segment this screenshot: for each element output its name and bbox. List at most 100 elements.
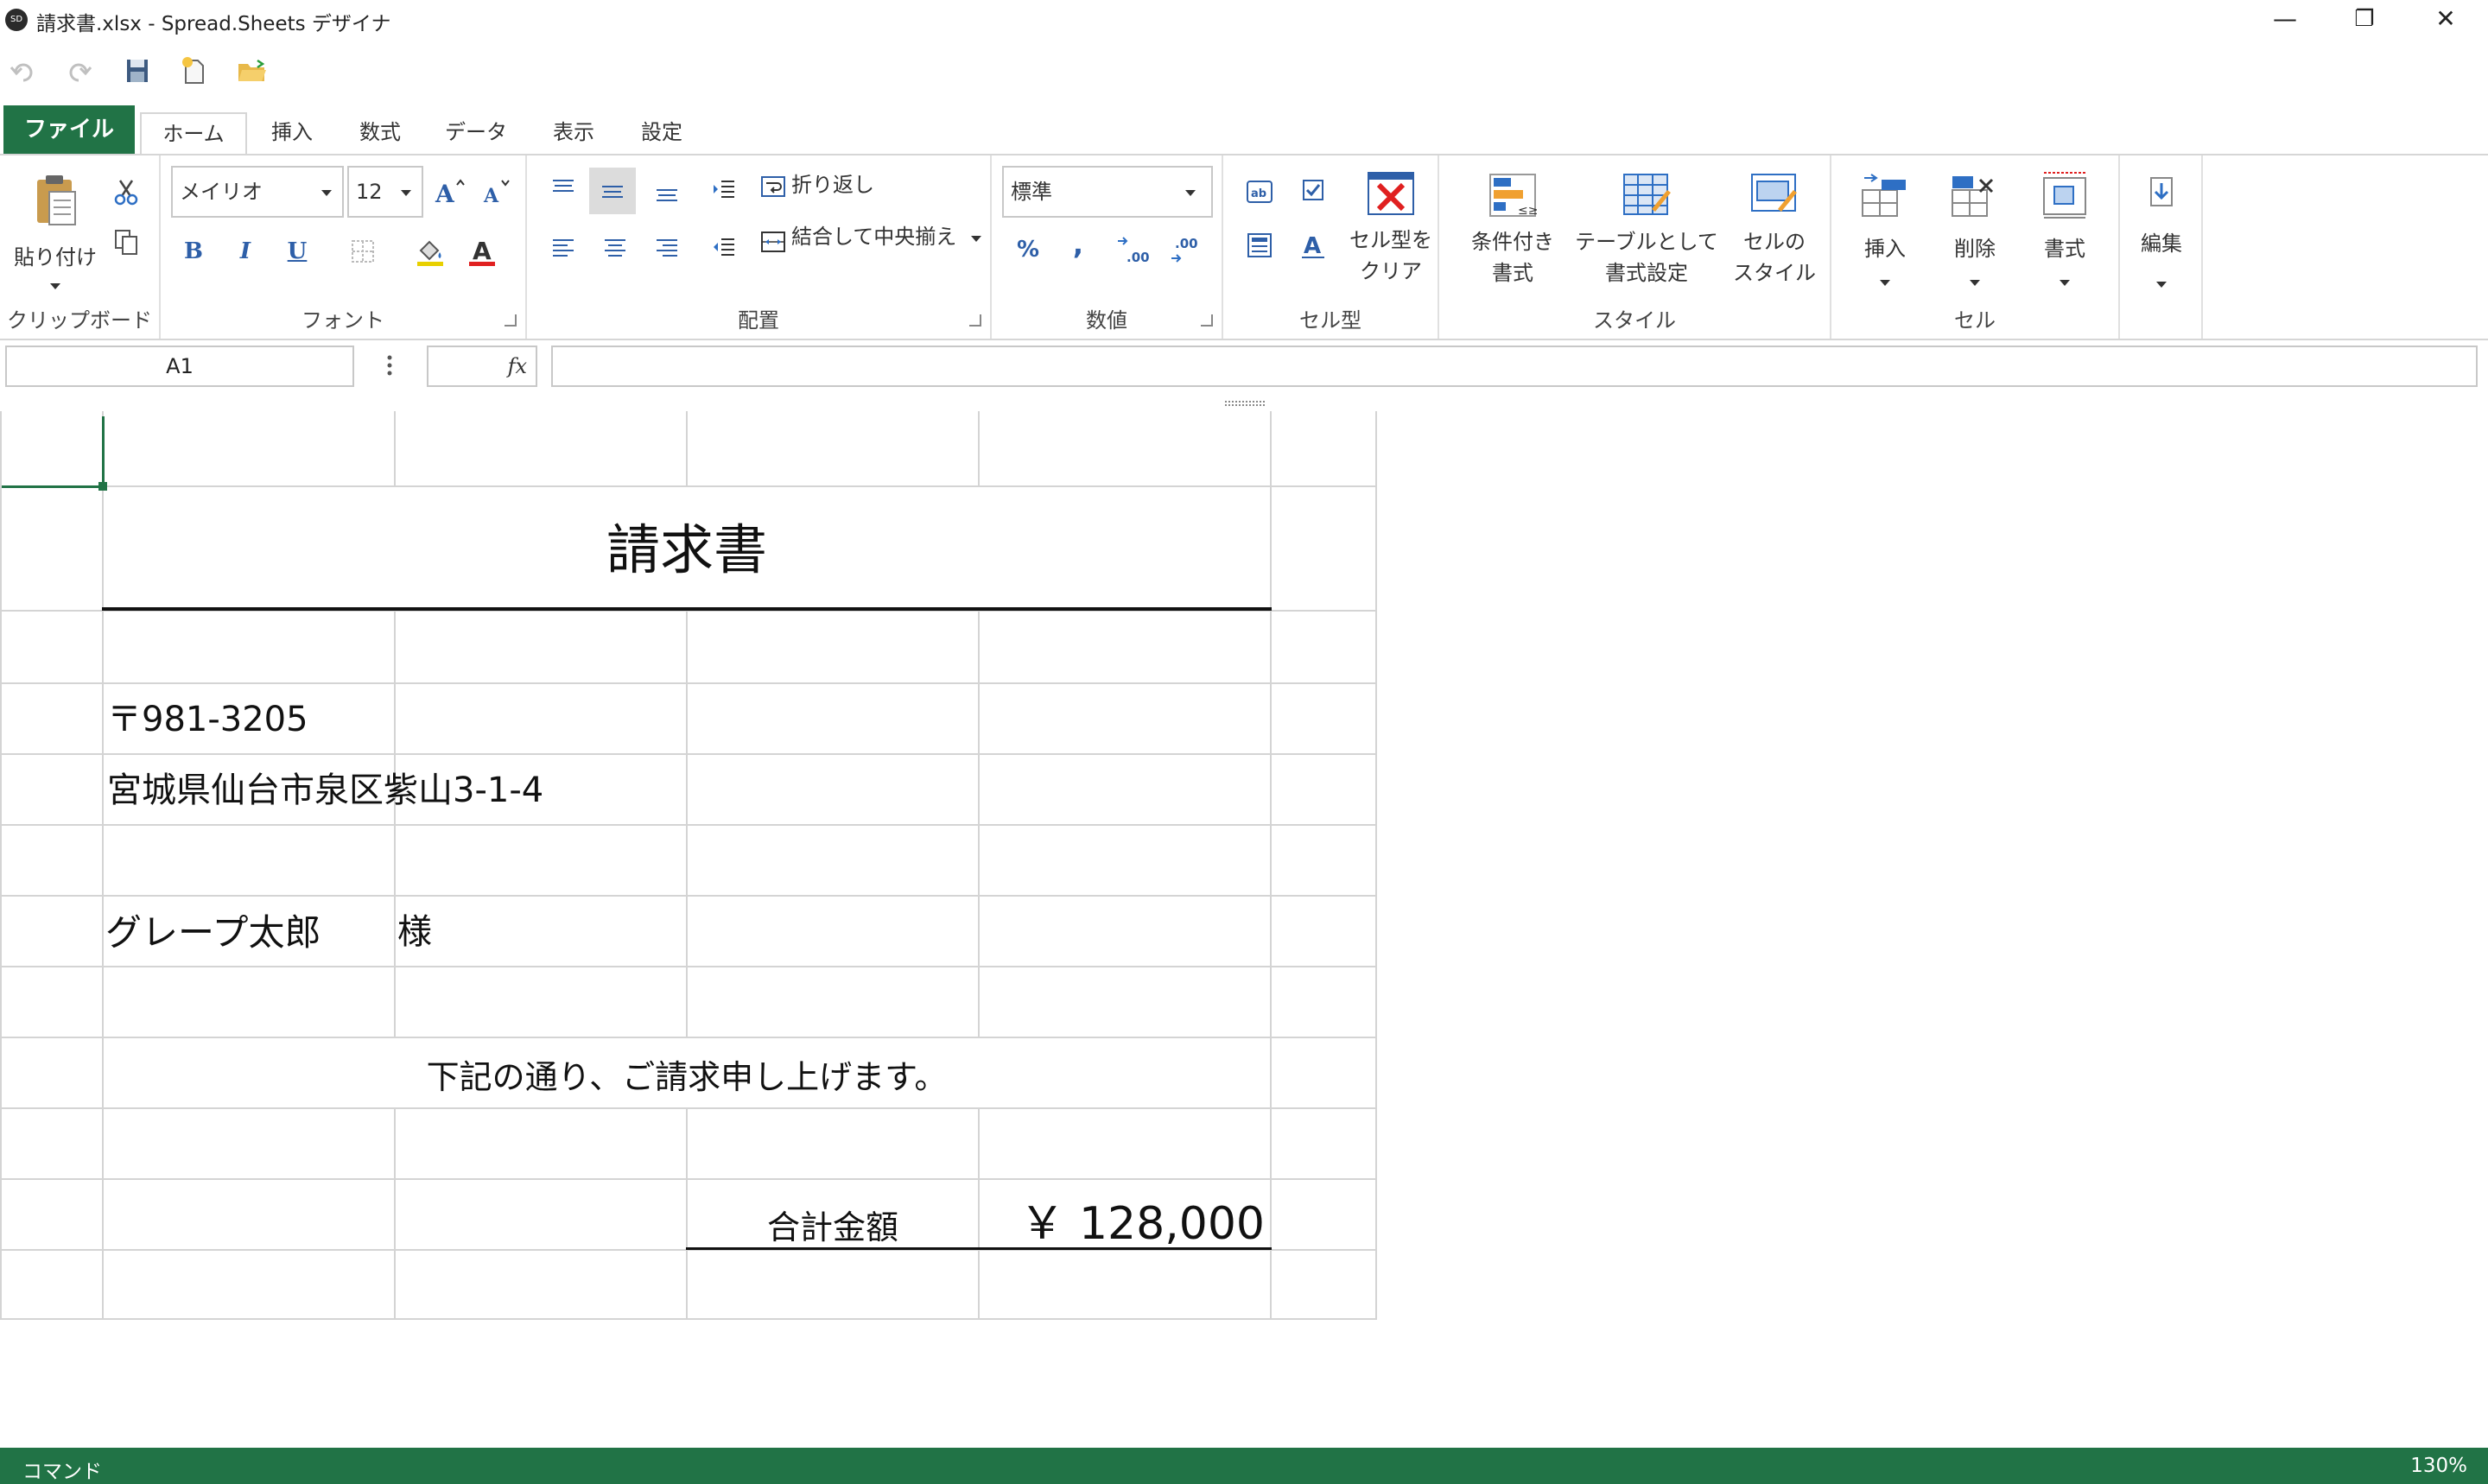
insert-cells-icon [1862, 174, 1906, 217]
format-as-table-button[interactable]: テーブルとして 書式設定 [1569, 168, 1724, 297]
conditional-format-button[interactable]: ≤≥ 条件付き 書式 [1457, 168, 1569, 297]
italic-button[interactable]: I [228, 230, 263, 273]
spreadsheet-grid[interactable]: 請求書 〒981-3205 宮城県仙台市泉区紫山3-1-4 グレープ太郎 様 下… [0, 411, 1377, 1320]
cell-styles-label-2: スタイル [1733, 261, 1816, 285]
minimize-button[interactable]: — [2246, 0, 2324, 40]
cell-styles-button[interactable]: セルの スタイル [1724, 168, 1825, 297]
cell-styles-label-1: セルの [1743, 230, 1806, 254]
clipboard-group-label: クリップボード [7, 308, 152, 333]
alignment-dialog-launcher-icon[interactable] [969, 314, 981, 327]
save-icon[interactable] [121, 55, 154, 86]
border-icon[interactable] [344, 231, 382, 271]
align-top-icon[interactable] [543, 168, 584, 209]
fx-icon[interactable]: fx [508, 354, 527, 378]
insert-cells-button[interactable]: 挿入 [1844, 168, 1926, 306]
align-right-icon[interactable] [646, 226, 688, 268]
decrease-indent-icon[interactable] [705, 226, 743, 268]
alignment-group-label: 配置 [738, 308, 779, 333]
fill-color-icon[interactable] [411, 230, 449, 273]
more-options-icon[interactable] [387, 352, 392, 378]
zoom-level[interactable]: 130% [2410, 1455, 2467, 1477]
merged-cell-address[interactable] [396, 826, 686, 895]
new-file-icon[interactable] [178, 55, 211, 86]
status-mode: コマンド [22, 1461, 102, 1483]
percent-button[interactable]: % [1011, 230, 1045, 270]
cut-icon[interactable] [109, 174, 143, 209]
increase-indent-icon[interactable] [705, 169, 743, 209]
merge-dropdown-icon[interactable] [971, 236, 981, 242]
delete-cells-button[interactable]: 削除 [1933, 168, 2016, 306]
chevron-down-icon [321, 190, 332, 196]
restore-button[interactable]: ❐ [2326, 0, 2403, 40]
paste-button[interactable]: 貼り付け [12, 168, 98, 297]
align-bottom-icon[interactable] [646, 168, 688, 214]
redo-icon[interactable] [62, 55, 95, 86]
copy-icon[interactable] [109, 225, 143, 259]
function-input-box[interactable]: fx [427, 346, 537, 387]
decrease-font-icon[interactable]: A [477, 173, 517, 211]
tab-settings[interactable]: 設定 [625, 112, 698, 155]
fill-handle[interactable] [98, 482, 107, 491]
svg-text:ab: ab [1251, 187, 1266, 200]
tab-data[interactable]: データ [434, 112, 518, 155]
tab-file[interactable]: ファイル [3, 105, 135, 154]
merge-center-label[interactable]: 結合して中央揃え [791, 221, 956, 252]
celltype-group-label: セル型 [1299, 308, 1361, 333]
editing-button[interactable]: 編集 [2125, 168, 2198, 306]
decrease-decimal-label: .00 [1175, 236, 1198, 251]
gridline [1270, 411, 1272, 1318]
wrap-text-label[interactable]: 折り返し [791, 169, 874, 200]
styles-group: ≤≥ 条件付き 書式 テーブルとして 書式設定 セルの スタイル スタイル [1439, 155, 1831, 339]
formula-bar-resize-handle[interactable] [1225, 401, 1265, 406]
chevron-down-icon [1880, 280, 1890, 286]
increase-font-icon[interactable]: A [430, 173, 470, 211]
close-button[interactable]: ✕ [2407, 0, 2485, 40]
number-group-label: 数値 [1086, 308, 1127, 333]
wrap-text-icon[interactable] [758, 169, 788, 204]
underline-button[interactable]: U [280, 230, 314, 273]
svg-text:A: A [473, 237, 492, 265]
font-dialog-launcher-icon[interactable] [505, 314, 517, 327]
bold-button[interactable]: B [176, 230, 211, 273]
conditional-format-label-1: 条件付き [1471, 230, 1554, 254]
name-box[interactable]: A1 [5, 346, 354, 387]
delete-cells-icon [1952, 176, 1994, 217]
message-cell: 下記の通り、ご請求申し上げます。 [426, 1058, 948, 1096]
gridline [2, 966, 1377, 967]
clear-celltype-label-2: クリア [1360, 259, 1422, 283]
increase-decimal-button[interactable]: .00 [1108, 230, 1159, 270]
fill-down-icon [2150, 177, 2173, 206]
textbox-celltype-icon[interactable]: ab [1242, 174, 1277, 209]
clear-celltype-button[interactable]: セル型を クリア [1349, 169, 1432, 299]
align-middle-icon[interactable] [589, 168, 636, 214]
gridline [2, 1107, 1377, 1109]
formula-input[interactable] [551, 346, 2478, 387]
open-folder-icon[interactable] [235, 55, 268, 86]
checkbox-celltype-icon[interactable] [1296, 173, 1330, 207]
format-cells-button[interactable]: 書式 [2023, 168, 2106, 306]
tab-formulas[interactable]: 数式 [344, 112, 416, 155]
text-celltype-icon[interactable]: A [1296, 228, 1330, 263]
align-left-icon[interactable] [543, 226, 584, 268]
merge-center-icon[interactable] [758, 225, 788, 259]
number-dialog-launcher-icon[interactable] [1201, 314, 1213, 327]
svg-text:A: A [1304, 233, 1321, 259]
font-size-select[interactable]: 12 [347, 166, 423, 218]
list-celltype-icon[interactable] [1242, 228, 1277, 263]
comma-button[interactable]: , [1061, 225, 1095, 264]
increase-decimal-label: .00 [1127, 250, 1150, 265]
title-underline [102, 607, 1272, 611]
conditional-format-label-2: 書式 [1492, 261, 1533, 285]
undo-icon[interactable] [7, 55, 40, 86]
tab-view[interactable]: 表示 [537, 112, 610, 155]
total-label-cell: 合計金額 [766, 1208, 898, 1246]
tab-home[interactable]: ホーム [140, 112, 247, 155]
delete-cells-label: 削除 [1954, 237, 1996, 261]
tab-insert[interactable]: 挿入 [259, 112, 325, 155]
font-family-select[interactable]: メイリオ [171, 166, 344, 218]
gridline [2, 753, 1377, 755]
font-color-icon[interactable]: A [463, 230, 501, 273]
number-format-select[interactable]: 標準 [1002, 166, 1213, 218]
decrease-decimal-button[interactable]: .00 [1161, 230, 1213, 270]
align-center-icon[interactable] [594, 226, 636, 268]
